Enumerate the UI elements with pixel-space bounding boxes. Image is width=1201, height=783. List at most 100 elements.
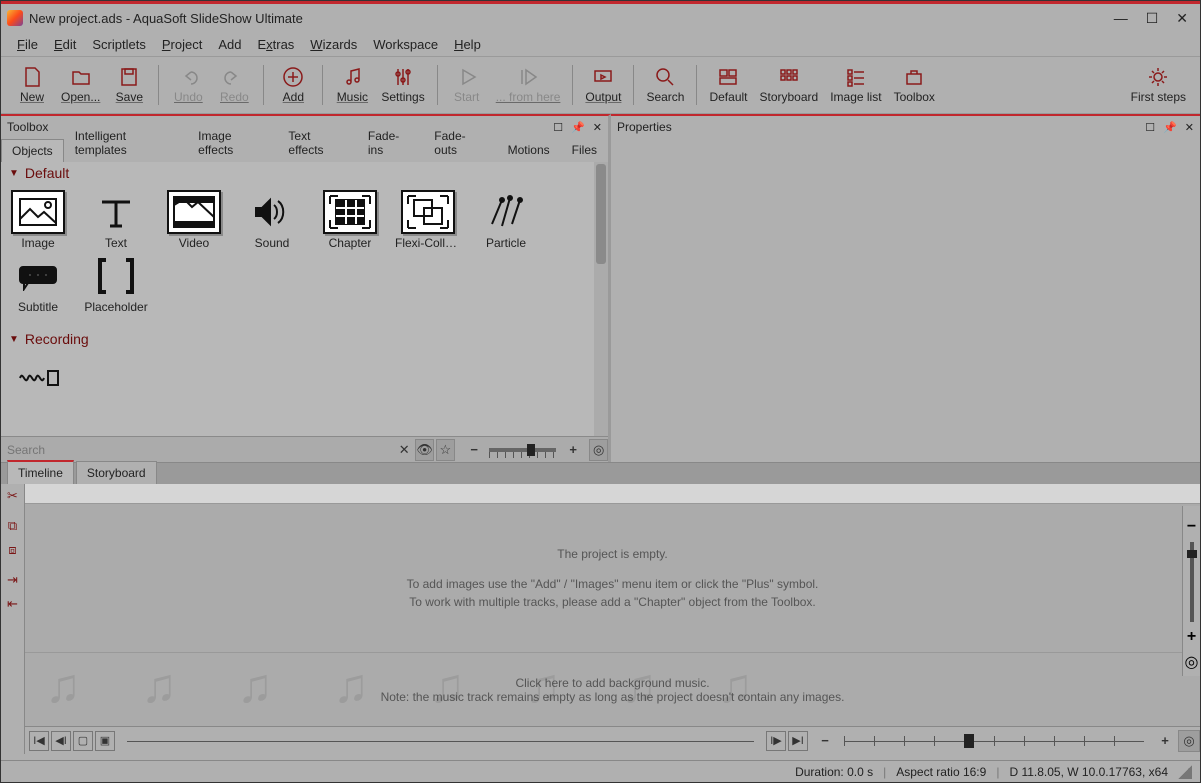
statusbar: Duration: 0.0 s | Aspect ratio 16:9 | D … <box>1 760 1200 782</box>
open-button[interactable]: Open... <box>55 64 106 106</box>
toolbox-search-input[interactable] <box>1 439 393 461</box>
default-layout-button[interactable]: Default <box>703 64 753 106</box>
first-steps-button[interactable]: First steps <box>1125 64 1192 106</box>
obj-image[interactable]: Image <box>5 190 71 250</box>
toolbox-layout-button[interactable]: Toolbox <box>888 64 941 106</box>
tab-timeline[interactable]: Timeline <box>7 460 74 484</box>
target-icon[interactable]: ◎ <box>589 439 608 461</box>
empty-line-2: To add images use the "Add" / "Images" m… <box>407 577 819 591</box>
slider-handle[interactable] <box>964 734 974 748</box>
tab-fade-ins[interactable]: Fade-ins <box>357 124 423 162</box>
nav-first-icon[interactable]: I◀ <box>29 731 49 751</box>
tab-text-effects[interactable]: Text effects <box>277 124 356 162</box>
section-default[interactable]: ▼Default <box>1 162 608 184</box>
add-button[interactable]: Add <box>270 64 316 106</box>
menu-workspace[interactable]: Workspace <box>367 35 444 54</box>
storyboard-layout-button[interactable]: Storyboard <box>754 64 825 106</box>
menu-add[interactable]: Add <box>212 35 247 54</box>
zoom-in-icon[interactable]: + <box>564 439 582 461</box>
menu-help[interactable]: Help <box>448 35 487 54</box>
zoom-out-icon[interactable]: − <box>465 439 483 461</box>
clear-search-icon[interactable]: ✕ <box>395 439 413 461</box>
nav-in-icon[interactable]: ▢ <box>73 731 93 751</box>
status-aspect: Aspect ratio 16:9 <box>896 765 986 779</box>
tl-tool-expand-icon[interactable]: ⇤ <box>1 592 24 616</box>
menu-project[interactable]: Project <box>156 35 208 54</box>
tab-fade-outs[interactable]: Fade-outs <box>423 124 496 162</box>
obj-recording-item[interactable] <box>5 356 71 400</box>
scrollbar-thumb[interactable] <box>596 164 606 264</box>
menu-file[interactable]: File <box>11 35 44 54</box>
imagelist-layout-button[interactable]: Image list <box>824 64 887 106</box>
tab-storyboard[interactable]: Storyboard <box>76 461 157 484</box>
tl-tool-group-icon[interactable]: ⧉ <box>1 514 24 538</box>
tab-intelligent-templates[interactable]: Intelligent templates <box>64 124 187 162</box>
close-button[interactable]: ✕ <box>1176 10 1188 27</box>
nav-next-icon[interactable]: I▶ <box>766 731 786 751</box>
obj-sound[interactable]: Sound <box>239 190 305 250</box>
star-icon[interactable]: ☆ <box>436 439 455 461</box>
slider-handle[interactable] <box>527 444 535 456</box>
tl-tool-ungroup-icon[interactable]: ⧈ <box>1 538 24 562</box>
panel-pin-icon[interactable]: 📌 <box>571 121 585 134</box>
obj-text[interactable]: Text <box>83 190 149 250</box>
music-button[interactable]: Music <box>329 64 375 106</box>
volume-slider[interactable] <box>1190 542 1194 622</box>
vol-plus-icon[interactable]: + <box>1187 628 1196 646</box>
save-button[interactable]: Save <box>106 64 152 106</box>
minimize-button[interactable]: — <box>1114 10 1128 27</box>
vol-minus-icon[interactable]: − <box>1187 518 1196 536</box>
properties-header[interactable]: Properties ☐📌✕ <box>611 116 1200 138</box>
menu-extras[interactable]: Extras <box>251 35 300 54</box>
play-from-here-button[interactable]: ... from here <box>490 64 567 106</box>
titlebar: New project.ads - AquaSoft SlideShow Ult… <box>1 4 1200 32</box>
search-button[interactable]: Search <box>640 64 690 106</box>
panel-close-icon[interactable]: ✕ <box>1185 121 1194 134</box>
section-recording[interactable]: ▼Recording <box>1 328 608 350</box>
tl-tool-collapse-icon[interactable]: ⇥ <box>1 568 24 592</box>
tl-zoom-out-icon[interactable]: − <box>814 730 836 752</box>
nav-last-icon[interactable]: ▶I <box>788 731 808 751</box>
menu-wizards[interactable]: Wizards <box>304 35 363 54</box>
obj-flexi-collage[interactable]: Flexi-Colla... <box>395 190 461 250</box>
obj-video[interactable]: Video <box>161 190 227 250</box>
start-button[interactable]: Start <box>444 64 490 106</box>
tab-files[interactable]: Files <box>561 138 608 162</box>
tab-image-effects[interactable]: Image effects <box>187 124 277 162</box>
toolbox-scrollbar[interactable] <box>594 162 608 436</box>
redo-button[interactable]: Redo <box>211 64 257 106</box>
maximize-button[interactable]: ☐ <box>1146 10 1159 27</box>
timeline-scrollbar[interactable] <box>127 732 754 750</box>
toolbar-separator <box>633 65 634 105</box>
panel-restore-icon[interactable]: ☐ <box>1145 121 1155 134</box>
settings-button[interactable]: Settings <box>375 64 430 106</box>
tab-objects[interactable]: Objects <box>1 139 64 162</box>
toolbox-zoom-slider[interactable] <box>489 448 556 452</box>
slider-handle[interactable] <box>1187 550 1197 558</box>
obj-particle[interactable]: Particle <box>473 190 539 250</box>
nav-out-icon[interactable]: ▣ <box>95 731 115 751</box>
timeline-track-header[interactable] <box>25 484 1200 504</box>
resize-grip-icon[interactable] <box>1178 765 1192 779</box>
obj-subtitle[interactable]: Subtitle <box>5 254 71 314</box>
undo-button[interactable]: Undo <box>165 64 211 106</box>
tl-target-icon[interactable]: ◎ <box>1178 730 1200 752</box>
tab-motions[interactable]: Motions <box>497 138 561 162</box>
vol-target-icon[interactable]: ◎ <box>1185 652 1199 672</box>
music-track[interactable]: ♫♫♫♫♫♫♫♫ Click here to add background mu… <box>25 652 1200 726</box>
output-button[interactable]: Output <box>579 64 627 106</box>
panel-restore-icon[interactable]: ☐ <box>553 121 563 134</box>
app-icon <box>7 10 23 26</box>
obj-placeholder[interactable]: Placeholder <box>83 254 149 314</box>
panel-pin-icon[interactable]: 📌 <box>1163 121 1177 134</box>
eye-icon[interactable]: 👁 <box>415 439 434 461</box>
menu-edit[interactable]: Edit <box>48 35 82 54</box>
nav-prev-icon[interactable]: ◀I <box>51 731 71 751</box>
tl-zoom-in-icon[interactable]: + <box>1154 730 1176 752</box>
obj-chapter[interactable]: Chapter <box>317 190 383 250</box>
menu-scriptlets[interactable]: Scriptlets <box>86 35 151 54</box>
panel-close-icon[interactable]: ✕ <box>593 121 602 134</box>
timeline-zoom-slider[interactable] <box>844 732 1144 750</box>
new-button[interactable]: New <box>9 64 55 106</box>
tl-tool-cut-icon[interactable]: ✂ <box>1 484 24 508</box>
